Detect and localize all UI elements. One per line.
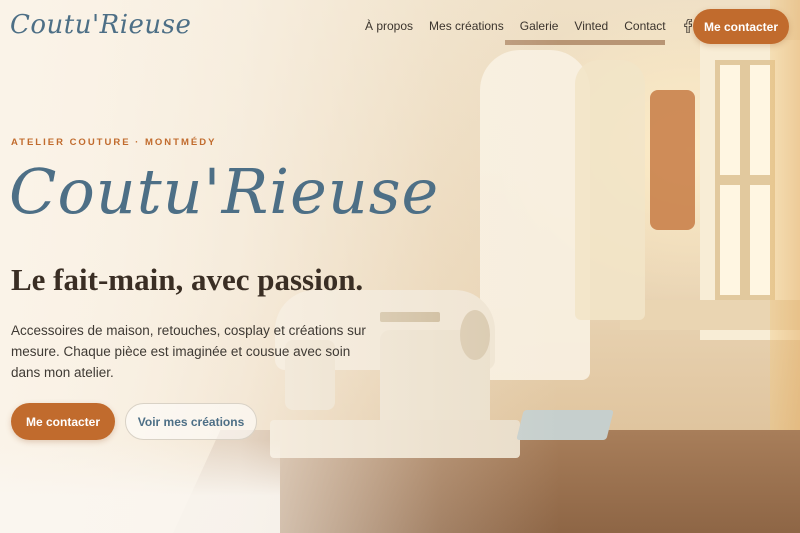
nav-link-mes-creations[interactable]: Mes créations: [429, 17, 504, 35]
hero-eyebrow: ATELIER COUTURE · MONTMÉDY: [11, 137, 217, 148]
nav-link-galerie[interactable]: Galerie: [520, 17, 559, 35]
navbar: Coutu'Rieuse À propos Mes créations Gale…: [0, 0, 800, 52]
fabric-highlight: [0, 440, 280, 533]
contact-button[interactable]: Me contacter: [11, 403, 115, 440]
hero-subtitle: Le fait-main, avec passion.: [11, 262, 364, 297]
site-logo[interactable]: Coutu'Rieuse: [10, 8, 191, 42]
nav-link-a-propos[interactable]: À propos: [365, 17, 413, 35]
nav-contact-button[interactable]: Me contacter: [693, 9, 789, 44]
hero-description: Accessoires de maison, retouches, cospla…: [11, 323, 366, 380]
facebook-icon[interactable]: [682, 19, 694, 33]
nav-link-contact[interactable]: Contact: [624, 17, 665, 35]
facebook-glyph: [683, 19, 692, 33]
nav-links: À propos Mes créations Galerie Vinted Co…: [365, 17, 694, 35]
hero-title: Coutu'Rieuse: [9, 155, 440, 228]
view-creations-button[interactable]: Voir mes créations: [125, 403, 257, 440]
nav-link-vinted[interactable]: Vinted: [574, 17, 608, 35]
